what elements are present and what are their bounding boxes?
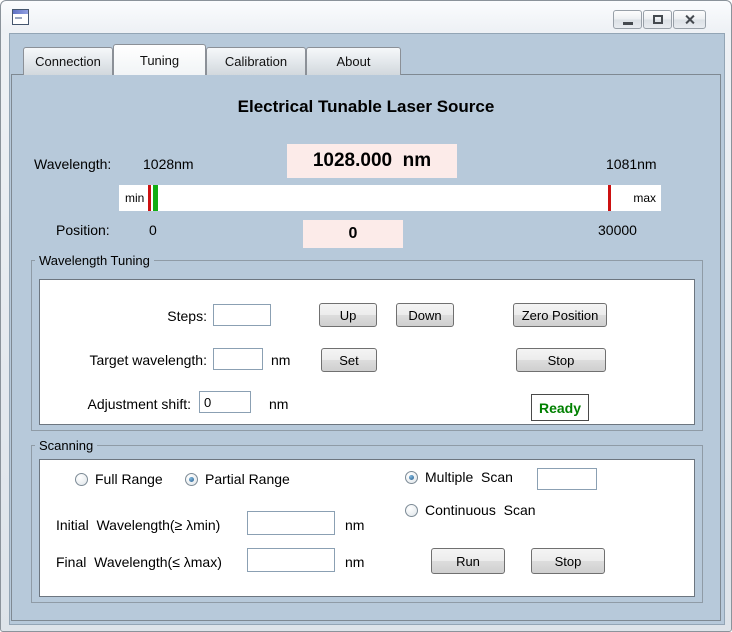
wavelength-trackbar[interactable]: min max: [119, 185, 661, 211]
multiple-scan-radio[interactable]: Multiple Scan: [405, 469, 513, 485]
final-wavelength-label: Final Wavelength(≤ λmax): [56, 554, 222, 570]
tab-about[interactable]: About: [306, 47, 401, 75]
full-range-label: Full Range: [95, 471, 163, 487]
wavelength-range-max-label: 1081nm: [606, 156, 657, 172]
initial-nm-unit-label: nm: [345, 517, 364, 533]
tab-calibration[interactable]: Calibration: [206, 47, 306, 75]
trackbar-max-label: max: [633, 185, 656, 211]
status-ready-indicator: Ready: [531, 394, 589, 421]
position-range-min-label: 0: [149, 222, 157, 238]
adjustment-shift-label: Adjustment shift:: [88, 396, 192, 412]
up-button[interactable]: Up: [319, 303, 377, 327]
minimize-icon: [623, 22, 633, 25]
continuous-scan-radio[interactable]: Continuous Scan: [405, 502, 536, 518]
target-wavelength-input[interactable]: [213, 348, 263, 370]
page-title: Electrical Tunable Laser Source: [11, 97, 721, 117]
max-limit-marker: [608, 185, 611, 211]
continuous-scan-label: Continuous Scan: [425, 502, 536, 518]
minimize-button[interactable]: [613, 10, 642, 29]
maximize-button[interactable]: [643, 10, 672, 29]
maximize-icon: [653, 15, 663, 24]
partial-range-label: Partial Range: [205, 471, 290, 487]
target-nm-unit-label: nm: [271, 352, 290, 368]
min-limit-marker: [148, 185, 151, 211]
shift-nm-unit-label: nm: [269, 396, 288, 412]
initial-wavelength-label: Initial Wavelength(≥ λmin): [56, 517, 220, 533]
current-position-marker: [153, 185, 158, 211]
run-button[interactable]: Run: [431, 548, 505, 574]
target-wavelength-label: Target wavelength:: [89, 352, 207, 368]
steps-input[interactable]: [213, 304, 271, 326]
wavelength-display: 1028.000 nm: [287, 144, 457, 178]
wavelength-range-min-label: 1028nm: [143, 156, 194, 172]
full-range-radio[interactable]: Full Range: [75, 471, 163, 487]
radio-circle-icon: [405, 471, 418, 484]
app-window: Connection Tuning Calibration About Elec…: [0, 0, 732, 632]
set-button[interactable]: Set: [321, 348, 377, 372]
steps-label: Steps:: [167, 308, 207, 324]
trackbar-min-label: min: [125, 185, 144, 211]
final-nm-unit-label: nm: [345, 554, 364, 570]
tab-connection[interactable]: Connection: [23, 47, 113, 75]
scanning-stop-button[interactable]: Stop: [531, 548, 605, 574]
multiple-scan-count-input[interactable]: [537, 468, 597, 490]
adjustment-shift-input[interactable]: [199, 391, 251, 413]
tuning-stop-button[interactable]: Stop: [516, 348, 606, 372]
app-icon: [12, 9, 29, 25]
tab-tuning[interactable]: Tuning: [113, 44, 206, 75]
app-icon-titlebar: [13, 10, 28, 14]
scanning-group-label: Scanning: [35, 438, 97, 453]
wavelength-tuning-group-label: Wavelength Tuning: [35, 253, 154, 268]
position-display: 0: [303, 220, 403, 248]
initial-wavelength-input[interactable]: [247, 511, 335, 535]
radio-circle-icon: [185, 473, 198, 486]
zero-position-button[interactable]: Zero Position: [513, 303, 607, 327]
position-label: Position:: [56, 222, 110, 238]
wavelength-label: Wavelength:: [34, 156, 111, 172]
final-wavelength-input[interactable]: [247, 548, 335, 572]
app-icon-detail: [15, 17, 22, 19]
close-icon: [684, 14, 695, 25]
down-button[interactable]: Down: [396, 303, 454, 327]
radio-circle-icon: [75, 473, 88, 486]
multiple-scan-label: Multiple Scan: [425, 469, 513, 485]
partial-range-radio[interactable]: Partial Range: [185, 471, 290, 487]
radio-circle-icon: [405, 504, 418, 517]
position-range-max-label: 30000: [598, 222, 637, 238]
close-button[interactable]: [673, 10, 706, 29]
